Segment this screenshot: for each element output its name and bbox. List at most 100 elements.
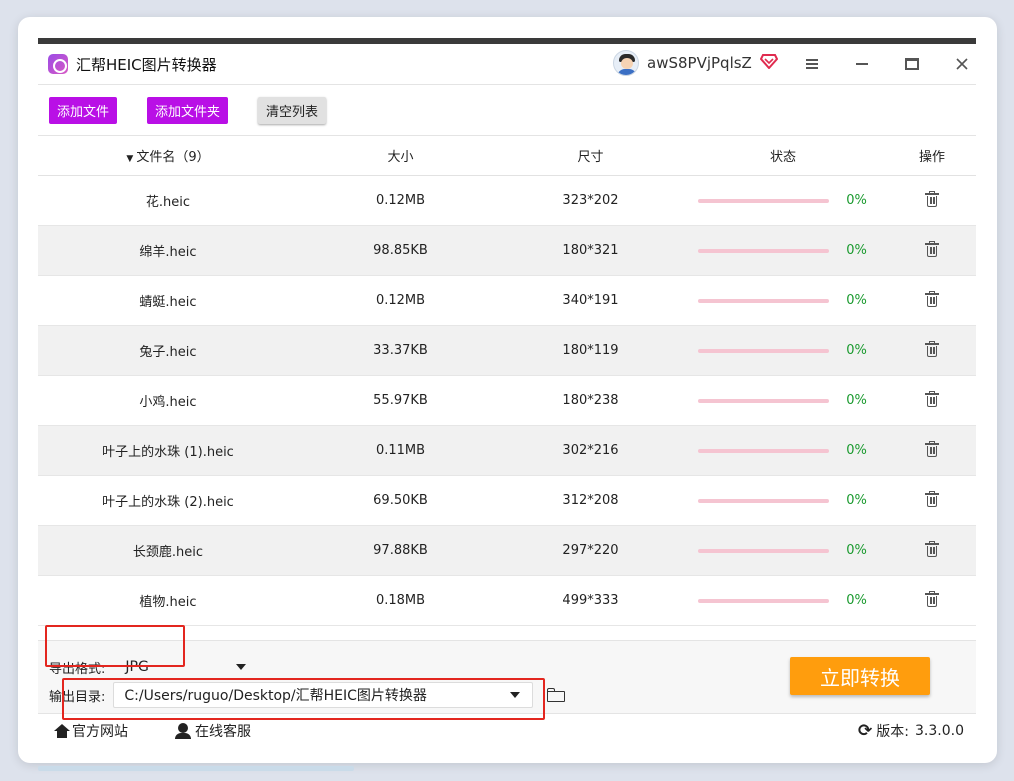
menu-button[interactable] <box>801 53 823 75</box>
progress-bar <box>697 248 829 253</box>
file-status: 0% <box>678 393 888 408</box>
convert-now-button[interactable]: 立即转换 <box>790 657 930 695</box>
file-actions <box>888 490 976 511</box>
official-website-label: 官方网站 <box>72 723 128 740</box>
add-folder-button[interactable]: 添加文件夹 <box>147 96 229 124</box>
official-website-link[interactable]: 官方网站 <box>54 721 128 741</box>
table-row[interactable]: 植物.heic 0.18MB 499*333 0% <box>38 576 976 626</box>
progress-bar <box>697 448 829 453</box>
file-name: 叶子上的水珠 (2).heic <box>102 495 234 510</box>
online-service-label: 在线客服 <box>195 723 251 740</box>
avatar[interactable] <box>613 50 639 76</box>
progress-percent: 0% <box>846 543 867 558</box>
table-header: ▼ 文件名（9） 大小 尺寸 状态 操作 <box>38 136 976 176</box>
progress-percent: 0% <box>846 493 867 508</box>
username[interactable]: awS8PVjPqlsZ <box>647 54 752 72</box>
delete-trash-icon[interactable] <box>925 590 939 607</box>
table-row[interactable]: 小鸡.heic 55.97KB 180*238 0% <box>38 376 976 426</box>
file-actions <box>888 190 976 211</box>
version-label: 版本: <box>876 723 910 740</box>
table-row[interactable]: 叶子上的水珠 (2).heic 69.50KB 312*208 0% <box>38 476 976 526</box>
progress-bar <box>697 398 829 403</box>
delete-trash-icon[interactable] <box>925 540 939 557</box>
file-status: 0% <box>678 543 888 558</box>
format-value: JPG <box>125 659 149 675</box>
file-size: 33.37KB <box>373 343 428 358</box>
file-dimensions: 302*216 <box>562 443 619 458</box>
table-row[interactable]: 花.heic 0.12MB 323*202 0% <box>38 176 976 226</box>
table-row[interactable]: 长颈鹿.heic 97.88KB 297*220 0% <box>38 526 976 576</box>
format-select[interactable]: JPG <box>115 654 250 680</box>
background-bar <box>38 766 354 771</box>
close-button[interactable] <box>951 53 973 75</box>
file-actions <box>888 540 976 561</box>
file-dimensions: 180*321 <box>562 243 619 258</box>
table-row[interactable]: 叶子上的水珠 (1).heic 0.11MB 302*216 0% <box>38 426 976 476</box>
title-bar: 汇帮HEIC图片转换器 awS8PVjPqlsZ <box>38 44 976 84</box>
delete-trash-icon[interactable] <box>925 440 939 457</box>
delete-trash-icon[interactable] <box>925 390 939 407</box>
progress-bar <box>697 498 829 503</box>
header-status: 状态 <box>769 150 796 165</box>
output-dir-label: 输出目录: <box>49 689 106 705</box>
maximize-button[interactable] <box>901 53 923 75</box>
file-table-body: 花.heic 0.12MB 323*202 0% 绵羊.heic 98.85KB 180*3… <box>38 176 976 626</box>
minimize-button[interactable] <box>851 53 873 75</box>
app-logo-icon <box>48 54 68 74</box>
user-area[interactable]: awS8PVjPqlsZ <box>613 50 779 76</box>
file-size: 55.97KB <box>373 393 428 408</box>
file-dimensions: 180*238 <box>562 393 619 408</box>
header-name[interactable]: ▼ 文件名（9） <box>38 146 298 165</box>
delete-trash-icon[interactable] <box>925 190 939 207</box>
customer-service-icon <box>175 722 191 739</box>
sort-down-icon[interactable]: ▼ <box>126 154 133 164</box>
file-actions <box>888 290 976 311</box>
file-size: 0.18MB <box>375 593 426 608</box>
file-status: 0% <box>678 343 888 358</box>
version-info[interactable]: ⟳ 版本: 3.3.0.0 <box>858 721 964 741</box>
file-name: 长颈鹿.heic <box>132 545 204 560</box>
file-name: 绵羊.heic <box>139 245 197 260</box>
delete-trash-icon[interactable] <box>925 490 939 507</box>
file-dimensions: 297*220 <box>562 543 619 558</box>
table-row[interactable]: 兔子.heic 33.37KB 180*119 0% <box>38 326 976 376</box>
output-dir-select[interactable]: C:/Users/ruguo/Desktop/汇帮HEIC图片转换器 <box>113 682 534 708</box>
maximize-icon <box>905 58 919 70</box>
file-status: 0% <box>678 593 888 608</box>
add-file-button[interactable]: 添加文件 <box>49 96 118 124</box>
table-row[interactable]: 蜻蜓.heic 0.12MB 340*191 0% <box>38 276 976 326</box>
file-dimensions: 180*119 <box>562 343 619 358</box>
progress-bar <box>697 548 829 553</box>
file-dimensions: 312*208 <box>562 493 619 508</box>
output-dir-value: C:/Users/ruguo/Desktop/汇帮HEIC图片转换器 <box>124 688 427 704</box>
progress-bar <box>697 598 829 603</box>
file-actions <box>888 240 976 261</box>
file-status: 0% <box>678 193 888 208</box>
menu-icon <box>806 59 818 69</box>
output-dir-row: 输出目录: C:/Users/ruguo/Desktop/汇帮HEIC图片转换器 <box>49 682 566 708</box>
file-actions <box>888 340 976 361</box>
file-size: 98.85KB <box>373 243 428 258</box>
file-actions <box>888 440 976 461</box>
table-row[interactable]: 绵羊.heic 98.85KB 180*321 0% <box>38 226 976 276</box>
refresh-icon[interactable]: ⟳ <box>858 721 872 741</box>
file-status: 0% <box>678 493 888 508</box>
folder-open-icon[interactable] <box>547 688 566 702</box>
file-size: 0.11MB <box>375 443 426 458</box>
vip-diamond-icon[interactable] <box>759 53 779 73</box>
clear-list-button[interactable]: 清空列表 <box>258 96 327 124</box>
progress-bar <box>697 298 829 303</box>
app-window: 汇帮HEIC图片转换器 awS8PVjPqlsZ 添加文件 添加文件夹 清空列表 <box>38 38 976 746</box>
online-service-link[interactable]: 在线客服 <box>175 721 251 741</box>
delete-trash-icon[interactable] <box>925 340 939 357</box>
minimize-icon <box>856 63 868 65</box>
progress-percent: 0% <box>846 343 867 358</box>
delete-trash-icon[interactable] <box>925 240 939 257</box>
header-op: 操作 <box>918 150 945 165</box>
file-actions <box>888 390 976 411</box>
file-name: 花.heic <box>145 195 191 210</box>
file-name: 兔子.heic <box>139 345 197 360</box>
delete-trash-icon[interactable] <box>925 290 939 307</box>
file-status: 0% <box>678 443 888 458</box>
header-dims: 尺寸 <box>577 150 604 165</box>
